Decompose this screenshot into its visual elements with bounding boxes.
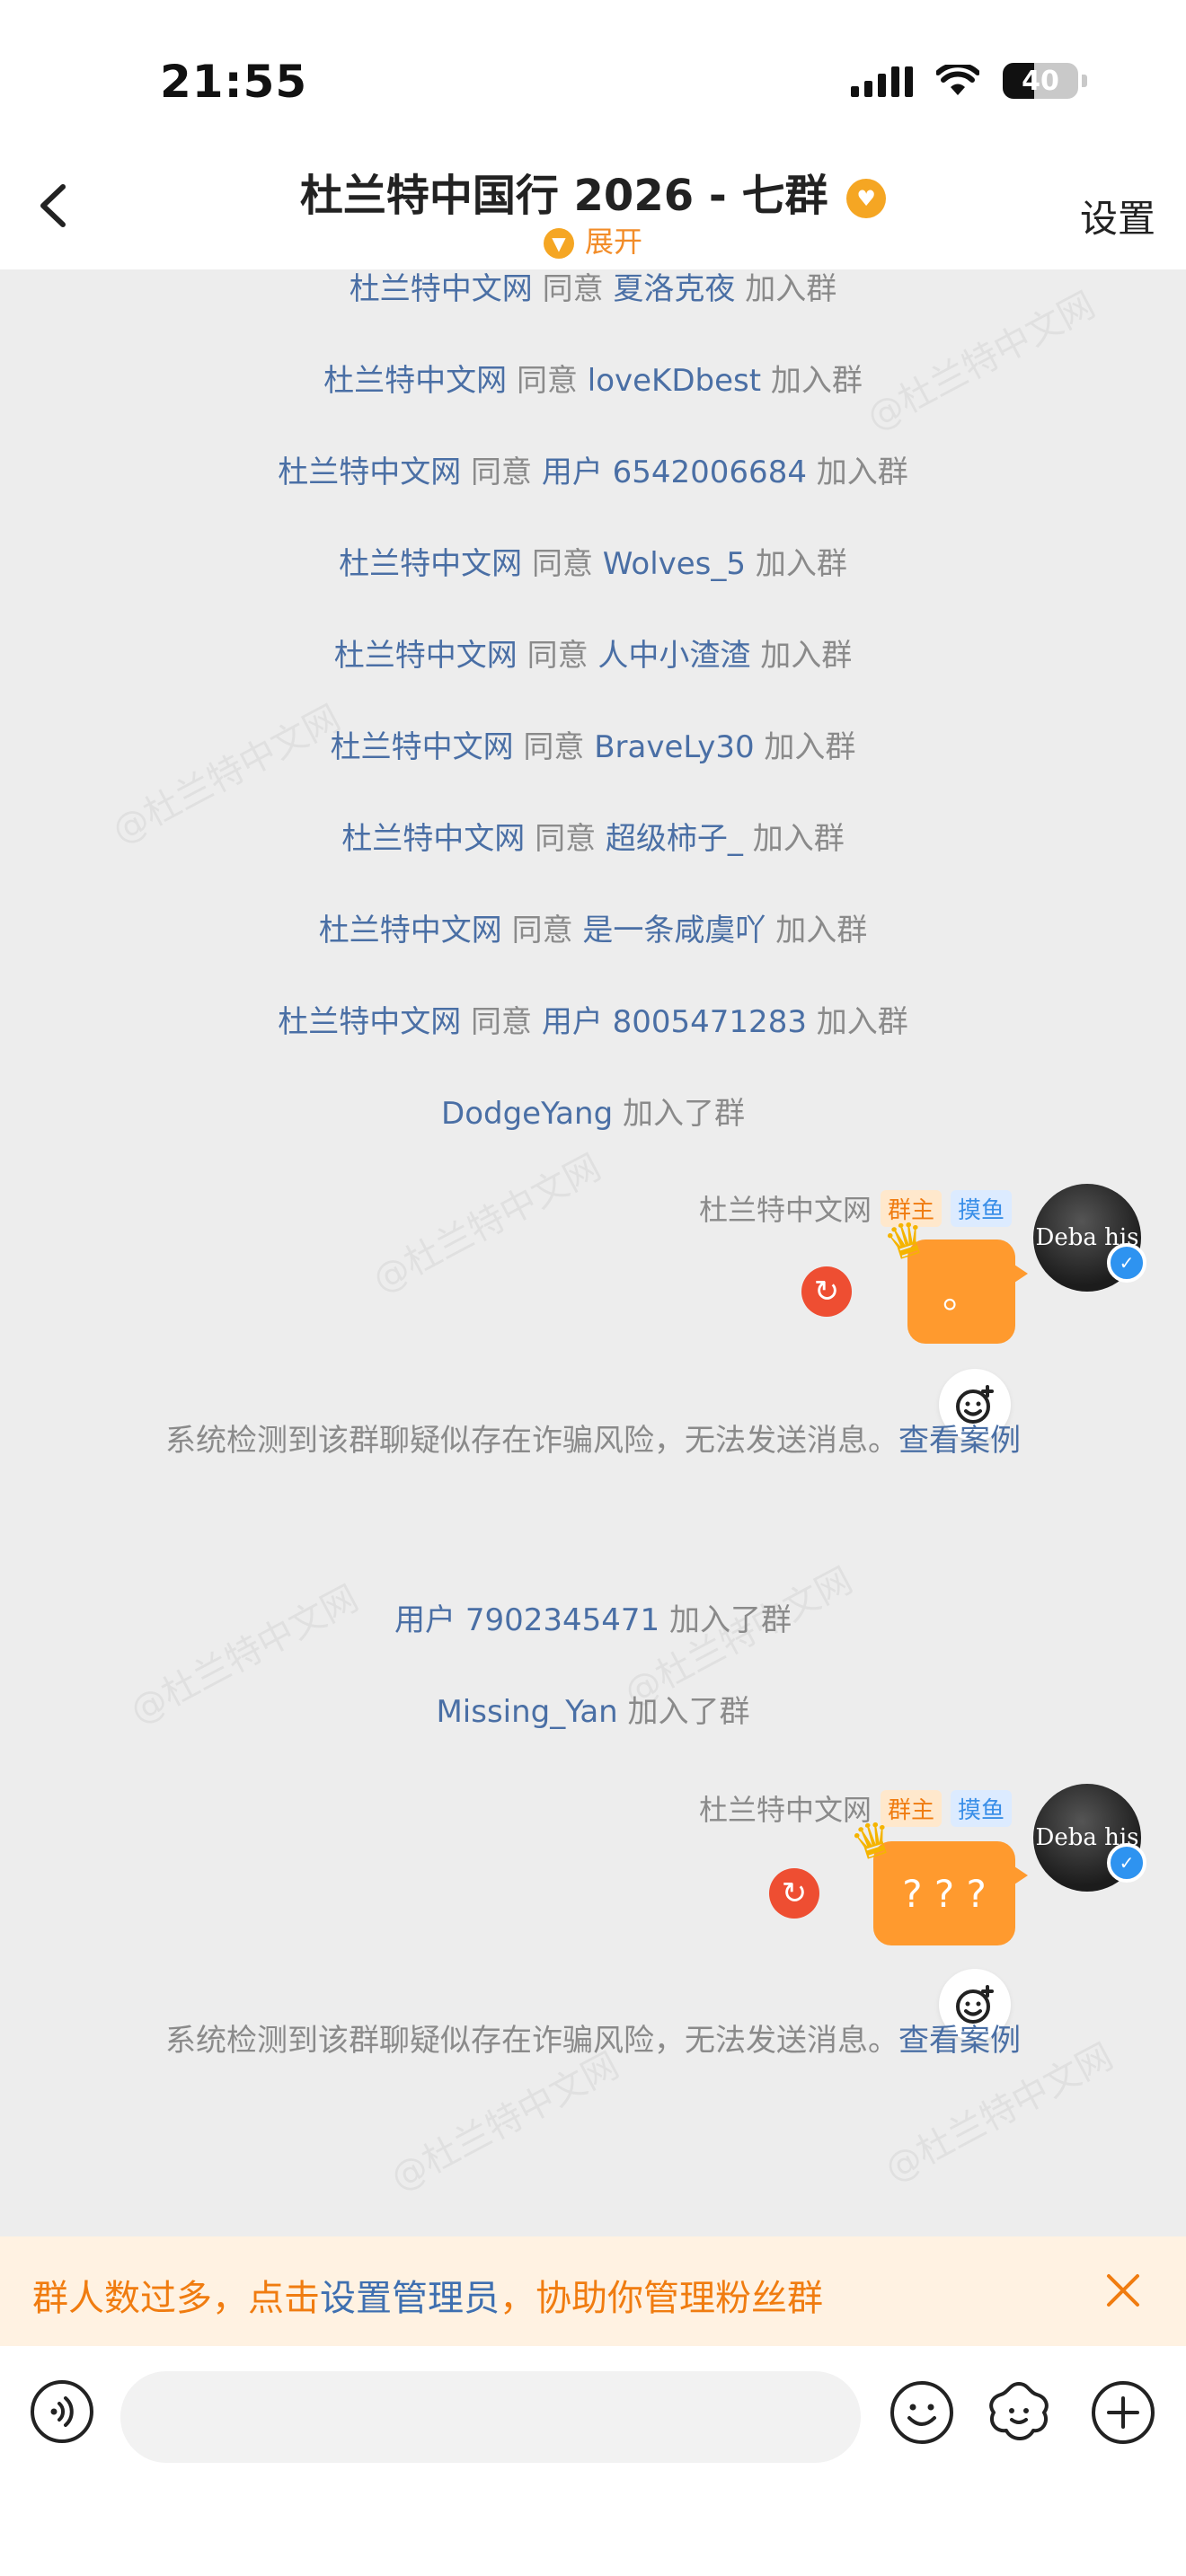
user-name[interactable]: 人中小渣渣 [597, 638, 750, 674]
actor-name[interactable]: 杜兰特中文网 [323, 363, 507, 399]
system-message: Missing_Yan 加入了群 [436, 1694, 750, 1730]
actor-name[interactable]: 杜兰特中文网 [278, 454, 461, 490]
system-message: DodgeYang 加入了群 [441, 1096, 745, 1132]
voice-icon[interactable] [29, 2378, 95, 2445]
actor-name[interactable]: 杜兰特中文网 [341, 821, 525, 857]
system-message: 杜兰特中文网 同意 是一条咸虞吖 加入群 [318, 913, 868, 948]
actor-name[interactable]: 杜兰特中文网 [334, 638, 518, 674]
expand-button[interactable]: ▼ 展开 [0, 219, 1186, 260]
warning-text: 系统检测到该群聊疑似存在诈骗风险，无法发送消息。 [165, 2023, 898, 2059]
cellular-signal-icon [851, 65, 913, 97]
message-sender: 杜兰特中文网 群主 摸鱼 [699, 1187, 1012, 1229]
system-message: 杜兰特中文网 同意 用户 8005471283 加入群 [278, 1004, 908, 1040]
user-name[interactable]: 是一条咸虞吖 [582, 913, 766, 948]
owner-badge: 群主 [880, 1789, 942, 1827]
input-bar [0, 2346, 1186, 2576]
emoji-icon[interactable] [888, 2378, 956, 2447]
wifi-icon [936, 65, 979, 95]
vip-icon: ♥ [846, 179, 887, 218]
settings-button[interactable]: 设置 [1080, 189, 1155, 243]
status-icons: 40 [851, 63, 1087, 99]
user-name[interactable]: Wolves_5 [603, 546, 746, 582]
set-admin-link[interactable]: 设置管理员 [320, 2278, 500, 2319]
user-name[interactable]: Missing_Yan [436, 1694, 617, 1730]
view-cases-link[interactable]: 查看案例 [898, 1423, 1021, 1459]
page-title: 杜兰特中国行 2026 - 七群 ♥ [0, 160, 1186, 223]
verified-icon: ✓ [1107, 1243, 1146, 1283]
system-message: 杜兰特中文网 同意 BraveLy30 加入群 [330, 729, 856, 765]
actor-name[interactable]: 杜兰特中文网 [278, 1004, 461, 1040]
avatar[interactable]: Deba his ✓ [1033, 1784, 1146, 1892]
actor-name[interactable]: 杜兰特中文网 [331, 729, 514, 765]
battery-icon: 40 [1003, 63, 1078, 99]
message-text: ? ? ? [902, 1871, 987, 1916]
user-name[interactable]: 超级柿子_ [606, 821, 743, 857]
system-message: 杜兰特中文网 同意 超级柿子_ 加入群 [341, 821, 845, 857]
watermark: @杜兰特中文网 [384, 2044, 626, 2200]
system-message: 杜兰特中文网 同意 loveKDbest 加入群 [323, 363, 863, 399]
user-name[interactable]: 用户 7902345471 [394, 1602, 659, 1638]
verified-icon: ✓ [1107, 1843, 1146, 1883]
user-name[interactable]: DodgeYang [441, 1096, 613, 1132]
retry-icon[interactable]: ↻ [769, 1868, 819, 1919]
status-bar: 21:55 40 [0, 0, 1186, 153]
tag-badge: 摸鱼 [950, 1789, 1012, 1827]
system-message: 用户 7902345471 加入了群 [394, 1602, 792, 1638]
sender-name[interactable]: 杜兰特中文网 [699, 1187, 872, 1229]
system-message: 杜兰特中文网 同意 人中小渣渣 加入群 [333, 638, 853, 674]
system-message: 杜兰特中文网 同意 Wolves_5 加入群 [339, 546, 847, 582]
system-message: 杜兰特中文网 同意 夏洛克夜 加入群 [349, 271, 837, 307]
user-name[interactable]: 夏洛克夜 [613, 271, 735, 307]
status-time: 21:55 [160, 56, 308, 108]
plus-icon[interactable] [1089, 2378, 1157, 2447]
tag-badge: 摸鱼 [950, 1189, 1012, 1227]
user-name[interactable]: BraveLy30 [594, 729, 754, 765]
risk-warning: 系统检测到该群聊疑似存在诈骗风险，无法发送消息。查看案例 [0, 2016, 1186, 2060]
message-input[interactable] [120, 2371, 861, 2463]
nav-bar: 杜兰特中国行 2026 - 七群 ♥ ▼ 展开 设置 [0, 153, 1186, 269]
user-name[interactable]: 用户 8005471283 [542, 1004, 807, 1040]
watermark: @杜兰特中文网 [366, 1146, 608, 1301]
chevron-down-icon: ▼ [543, 228, 574, 259]
banner-text: 群人数过多，点击设置管理员，协助你管理粉丝群 [32, 2278, 823, 2319]
close-icon[interactable] [1096, 2263, 1150, 2317]
admin-banner: 群人数过多，点击设置管理员，协助你管理粉丝群 [0, 2236, 1186, 2346]
system-message: 杜兰特中文网 同意 用户 6542006684 加入群 [278, 454, 908, 490]
actor-name[interactable]: 杜兰特中文网 [350, 271, 533, 307]
battery-level: 40 [1022, 65, 1059, 97]
user-name[interactable]: 用户 6542006684 [542, 454, 807, 490]
actor-name[interactable]: 杜兰特中文网 [319, 913, 502, 948]
retry-icon[interactable]: ↻ [801, 1266, 852, 1317]
expand-label: 展开 [584, 225, 642, 259]
view-cases-link[interactable]: 查看案例 [898, 2023, 1021, 2059]
group-name: 杜兰特中国行 2026 - 七群 [299, 171, 828, 221]
user-name[interactable]: loveKDbest [588, 363, 761, 399]
avatar[interactable]: Deba his ✓ [1033, 1184, 1146, 1292]
message-text: 。 [942, 1272, 980, 1317]
actor-name[interactable]: 杜兰特中文网 [339, 546, 522, 582]
warning-text: 系统检测到该群聊疑似存在诈骗风险，无法发送消息。 [165, 1423, 898, 1459]
sticker-icon[interactable] [985, 2378, 1053, 2447]
risk-warning: 系统检测到该群聊疑似存在诈骗风险，无法发送消息。查看案例 [0, 1416, 1186, 1460]
